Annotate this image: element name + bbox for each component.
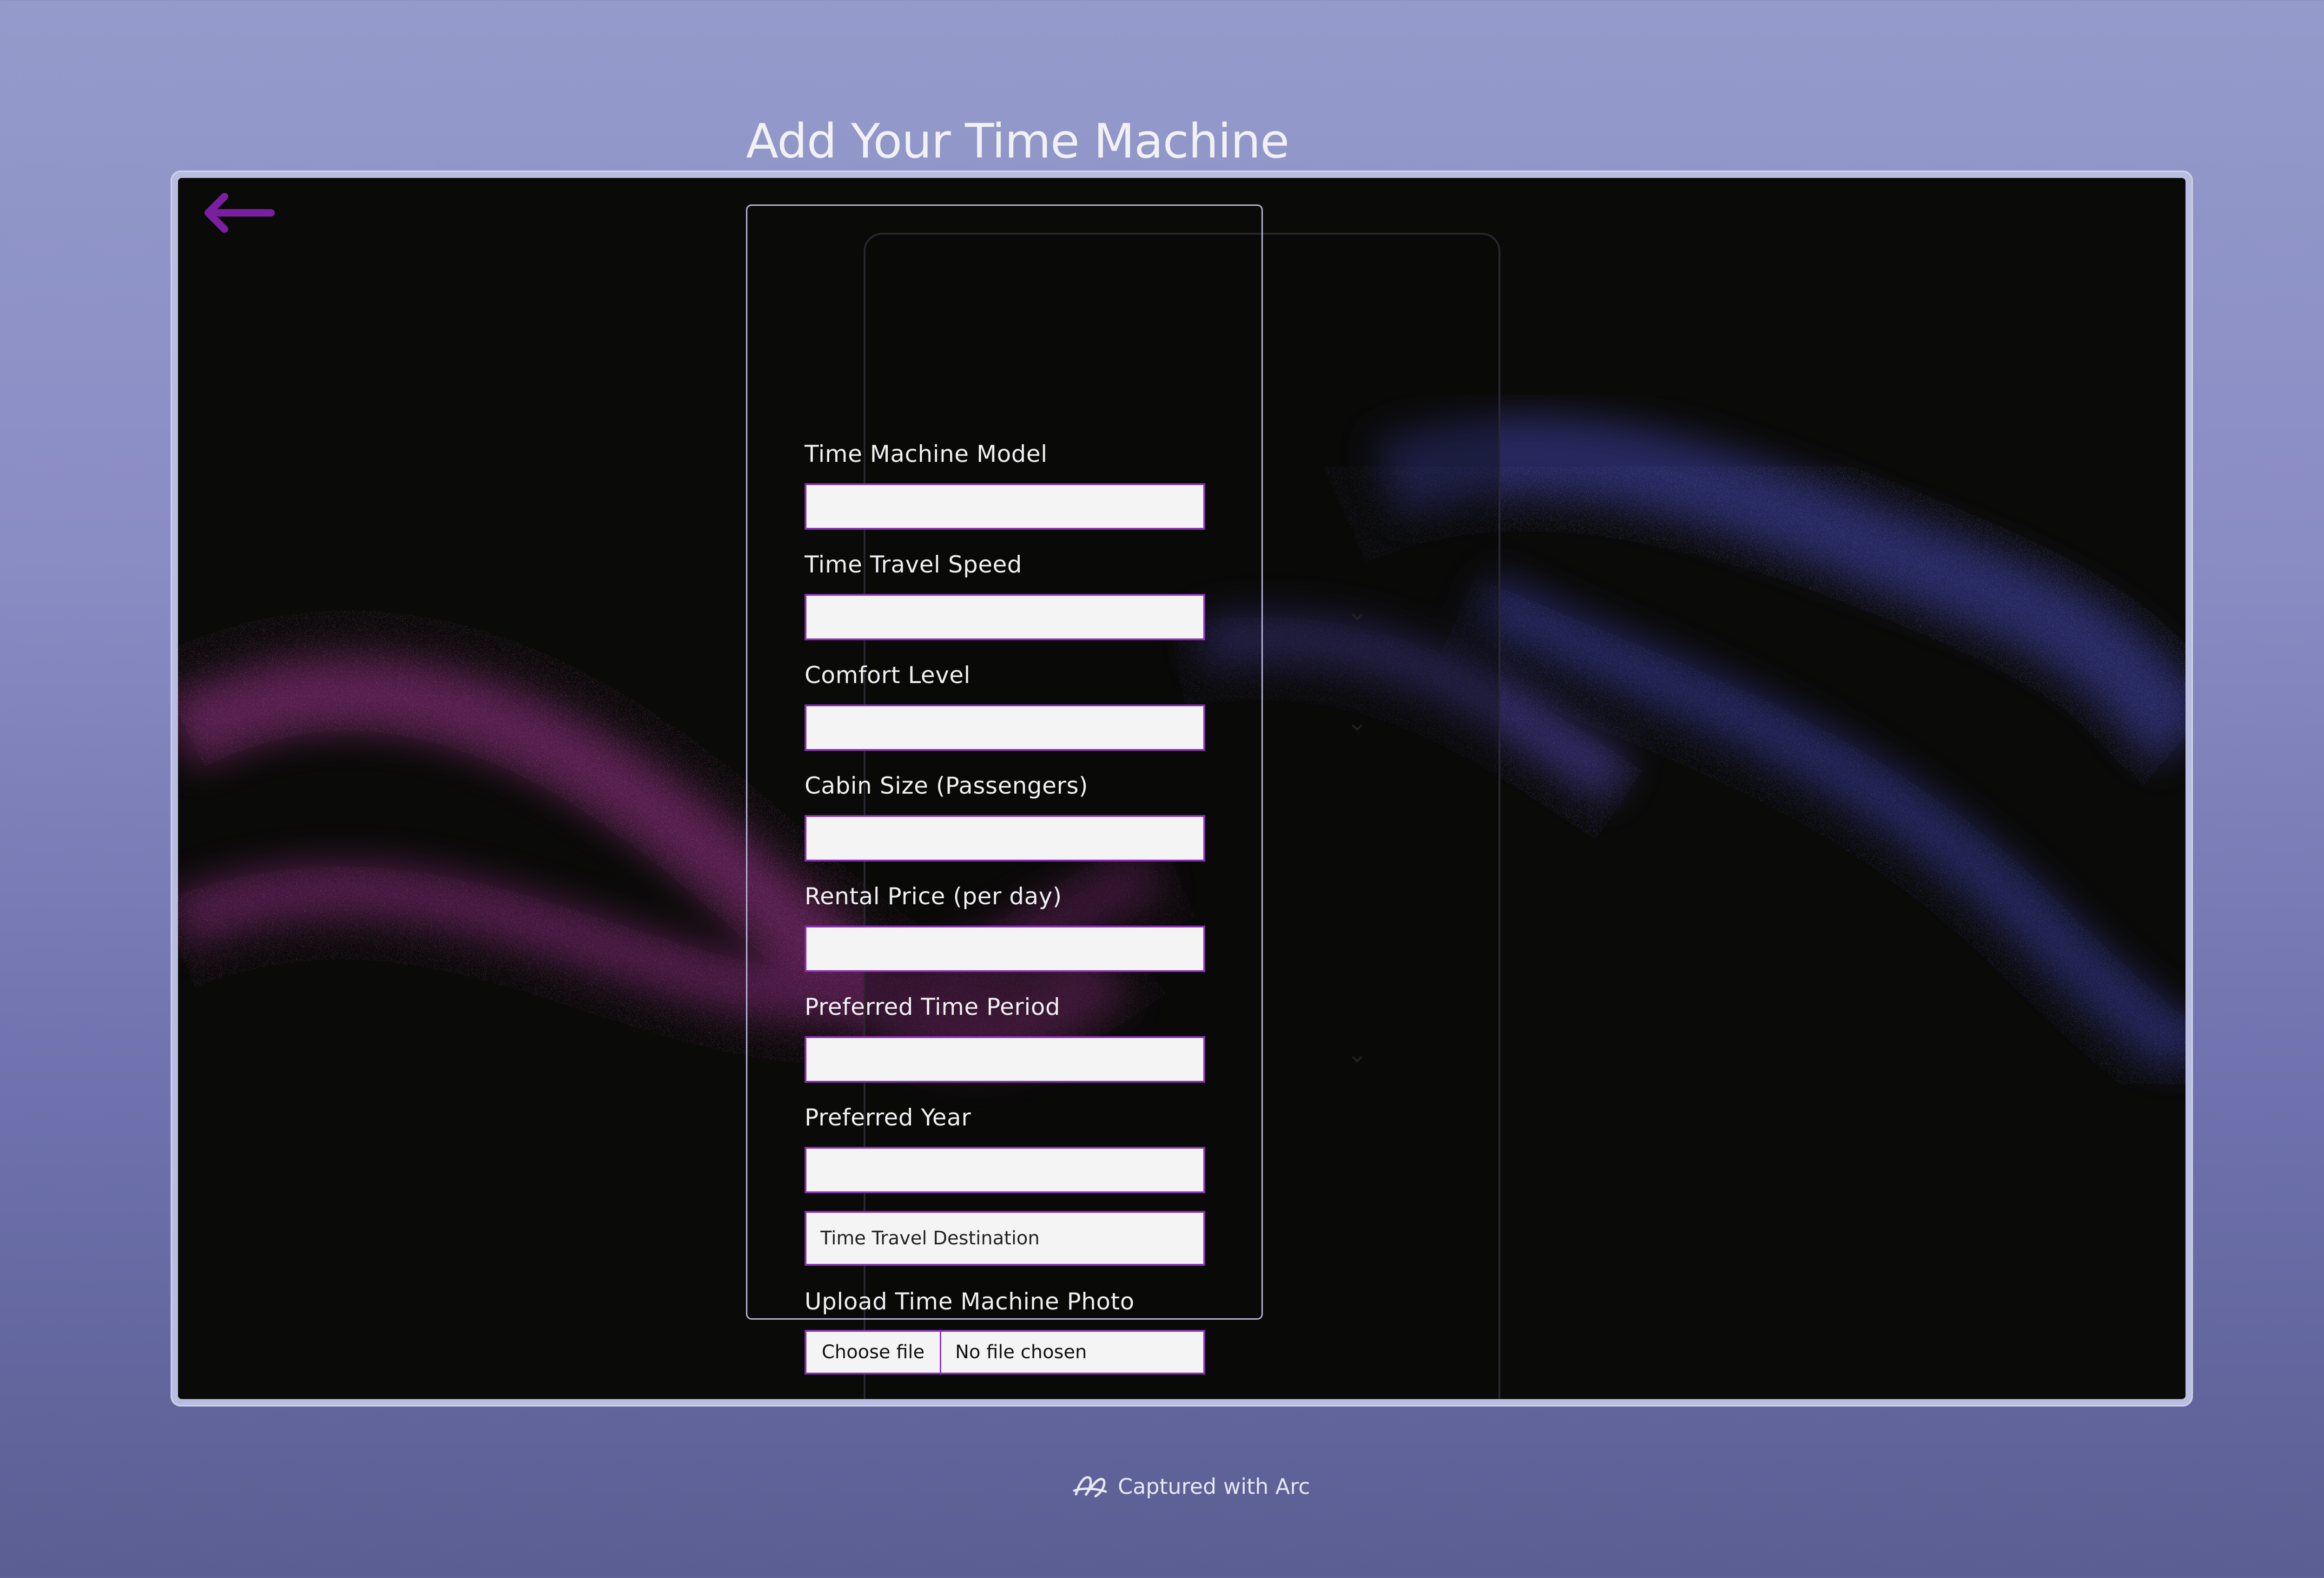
time-travel-speed-select[interactable] bbox=[805, 594, 1205, 640]
choose-file-button[interactable]: Choose file bbox=[806, 1332, 941, 1373]
comfort-level-select[interactable] bbox=[805, 704, 1205, 751]
time-travel-destination-input[interactable] bbox=[805, 1211, 1205, 1266]
page-title: Add Your Time Machine bbox=[746, 114, 1289, 169]
label-preferred-year: Preferred Year bbox=[805, 1104, 971, 1131]
file-status-text: No file chosen bbox=[955, 1341, 1087, 1363]
capture-footer: Captured with Arc bbox=[1071, 1472, 1310, 1501]
file-upload-field[interactable]: Choose file No file chosen bbox=[805, 1330, 1205, 1374]
rental-price-input[interactable] bbox=[805, 926, 1205, 972]
label-rental-price: Rental Price (per day) bbox=[805, 883, 1062, 910]
preferred-time-period-select[interactable] bbox=[805, 1036, 1205, 1083]
label-cabin-size: Cabin Size (Passengers) bbox=[805, 772, 1089, 799]
time-machine-model-input[interactable] bbox=[805, 483, 1205, 530]
label-time-machine-model: Time Machine Model bbox=[805, 441, 1048, 467]
label-preferred-time-period: Preferred Time Period bbox=[805, 993, 1061, 1020]
back-arrow-icon[interactable] bbox=[201, 190, 276, 241]
label-comfort-level: Comfort Level bbox=[805, 662, 971, 689]
arc-logo-icon bbox=[1073, 1476, 1107, 1498]
label-upload-photo: Upload Time Machine Photo bbox=[805, 1288, 1135, 1315]
label-time-travel-speed: Time Travel Speed bbox=[805, 551, 1023, 578]
footer-text: Captured with Arc bbox=[1118, 1474, 1310, 1499]
preferred-year-input[interactable] bbox=[805, 1147, 1205, 1193]
cabin-size-input[interactable] bbox=[805, 815, 1205, 861]
